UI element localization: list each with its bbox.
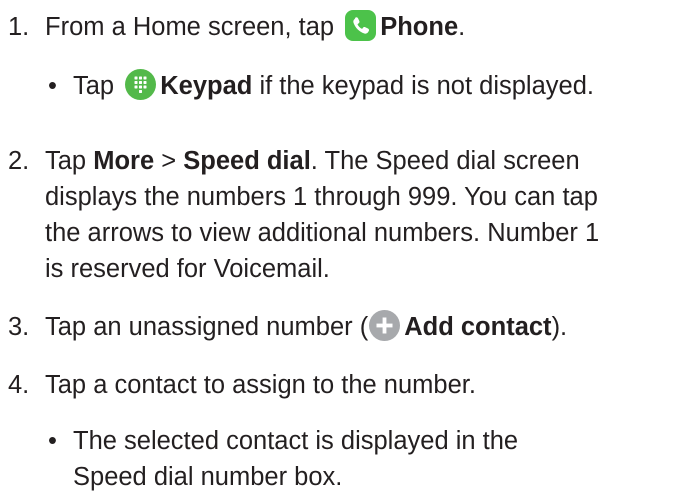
step-2-line-4: is reserved for Voicemail.: [45, 255, 330, 283]
step-text: Tap an unassigned number (: [45, 313, 369, 341]
bullet-dot: •: [48, 72, 57, 100]
bullet-dot: •: [48, 427, 57, 455]
step-text: Tap: [45, 147, 87, 175]
step-4-bullet: • The selected contact is displayed in th…: [45, 423, 518, 459]
step-number: 4.: [8, 371, 30, 399]
step-number: 3.: [8, 313, 30, 341]
bullet-text: Tap: [73, 72, 115, 100]
step-text-end: .: [458, 13, 466, 41]
more-label: More: [93, 147, 155, 175]
bullet-text-end: if the keypad is not displayed.: [259, 72, 594, 100]
bullet-text: The selected contact is displayed in the: [73, 427, 519, 455]
separator: >: [161, 147, 177, 175]
phone-icon: [345, 10, 377, 41]
add-contact-icon: [369, 310, 401, 341]
step-4: 4. Tap a contact to assign to the number.: [0, 367, 476, 403]
keypad-icon: [125, 69, 157, 100]
step-2-line-2: displays the numbers 1 through 999. You …: [45, 183, 598, 211]
step-2: 2. Tap More > Speed dial. The Speed dial …: [0, 143, 580, 179]
step-text-end: ).: [551, 313, 568, 341]
step-text: Tap a contact to assign to the number.: [45, 371, 476, 399]
step-3: 3. Tap an unassigned number ( Add contact…: [0, 309, 567, 345]
step-text: From a Home screen, tap: [45, 13, 335, 41]
keypad-label: Keypad: [160, 72, 253, 100]
step-2-line-3: the arrows to view additional numbers. N…: [45, 219, 600, 247]
step-1-bullet: • Tap Keypad if the keypad is not display…: [45, 68, 594, 104]
add-contact-label: Add contact: [404, 313, 552, 341]
speed-dial-label: Speed dial: [183, 147, 311, 175]
phone-label: Phone: [380, 13, 459, 41]
step-4-bullet-line-2: Speed dial number box.: [73, 463, 343, 491]
step-1: 1. From a Home screen, tap Phone.: [0, 9, 465, 45]
step-text-cont: . The Speed dial screen: [310, 147, 580, 175]
step-number: 2.: [8, 147, 30, 175]
step-number: 1.: [8, 13, 30, 41]
